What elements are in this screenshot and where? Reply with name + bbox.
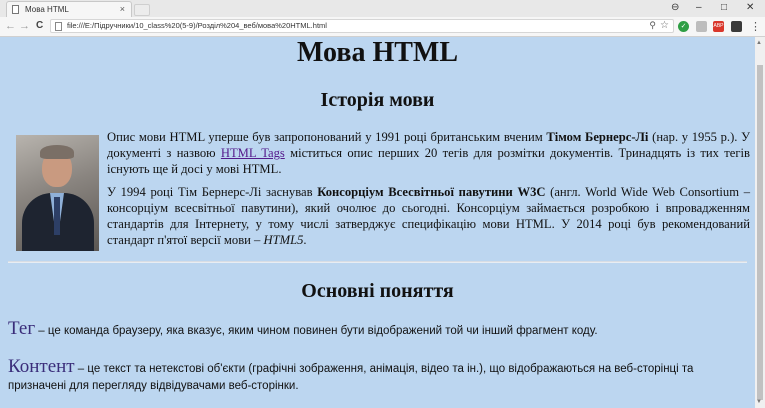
term-word-tag: Тег <box>8 318 36 339</box>
abp-icon[interactable]: ABP <box>713 21 724 32</box>
maximize-button[interactable]: □ <box>721 2 727 13</box>
check-icon[interactable]: ✓ <box>678 21 689 32</box>
p2-version: HTML5 <box>263 233 304 247</box>
portrait-image <box>16 135 99 251</box>
term-content: Контент – це текст та нетекстові об'єкти… <box>8 356 753 395</box>
term-def-content: – це текст та нетекстові об'єкти (графіч… <box>8 363 694 392</box>
concepts-heading: Основні поняття <box>301 280 454 302</box>
section-divider <box>8 261 747 263</box>
back-button[interactable]: ← <box>5 20 16 32</box>
title-bar: Мова HTML × ⊖ – □ ✕ <box>0 0 765 17</box>
scroll-up-arrow-icon[interactable]: ▲ <box>756 40 762 46</box>
reload-button[interactable]: C <box>36 20 43 31</box>
p2-text-a: У 1994 році Тім Бернерс-Лі заснував <box>107 185 318 199</box>
tab-mova-html[interactable]: Мова HTML × <box>6 1 132 17</box>
url-text[interactable]: file:///E:/Підручники/10_class%20(5-9)/Р… <box>67 21 327 30</box>
p1-text-a: Опис мови HTML уперше був запропонований… <box>107 130 547 144</box>
scroll-down-arrow-icon[interactable]: ▼ <box>756 399 762 405</box>
term-def-tag: – це команда браузеру, яка вказує, яким … <box>35 325 598 337</box>
page-content: Мова HTML Історія мови Опис мови HTML уп… <box>0 37 755 408</box>
bookmark-star-icon[interactable]: ☆ <box>660 20 669 31</box>
tab-title: Мова HTML <box>25 5 69 14</box>
page-icon <box>55 22 62 31</box>
p2-text-c: . <box>303 233 307 247</box>
term-tag: Тег – це команда браузеру, яка вказує, я… <box>8 318 753 340</box>
document-icon <box>12 5 19 14</box>
extension-gray-icon[interactable] <box>696 21 707 32</box>
vertical-scrollbar[interactable]: ▲ ▼ <box>755 37 765 408</box>
html-tags-link[interactable]: HTML Tags <box>221 146 285 160</box>
user-icon[interactable]: ⊖ <box>671 2 679 13</box>
close-window-button[interactable]: ✕ <box>746 2 754 13</box>
zoom-icon[interactable]: ⚲ <box>649 20 656 31</box>
address-bar[interactable]: file:///E:/Підручники/10_class%20(5-9)/Р… <box>50 19 674 33</box>
page-title: Мова HTML <box>296 37 459 68</box>
p1-person-name: Тімом Бернерс-Лі <box>546 130 649 144</box>
shield-icon[interactable] <box>731 21 742 32</box>
browser-toolbar: ← → C file:///E:/Підручники/10_class%20(… <box>0 17 765 37</box>
term-word-content: Контент <box>8 356 75 377</box>
tab-close-icon[interactable]: × <box>120 4 125 14</box>
minimize-button[interactable]: – <box>696 2 702 13</box>
menu-icon[interactable]: ⋮ <box>750 20 761 33</box>
p2-org-name: Консорціум Всесвітньої павутини W3C <box>317 185 546 199</box>
history-paragraph-1: Опис мови HTML уперше був запропонований… <box>107 129 750 177</box>
new-tab-button[interactable] <box>134 4 150 16</box>
history-heading: Історія мови <box>320 89 435 111</box>
scrollbar-thumb[interactable] <box>757 65 763 400</box>
forward-button[interactable]: → <box>19 20 30 32</box>
history-paragraph-2: У 1994 році Тім Бернерс-Лі заснував Конс… <box>107 184 750 248</box>
